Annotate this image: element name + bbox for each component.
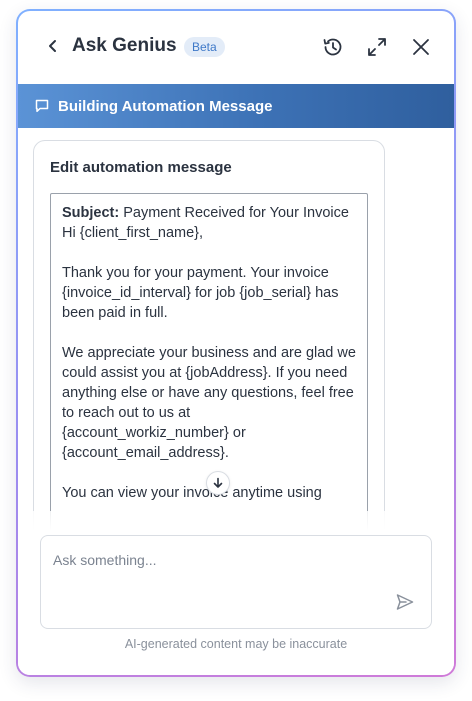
scroll-down-button[interactable] [206,471,230,495]
back-button[interactable] [40,33,66,59]
history-icon [323,38,342,56]
expand-icon [368,38,386,56]
card-title: Edit automation message [50,159,232,176]
close-button[interactable] [407,33,435,61]
edit-message-card: Edit automation message Subject: Payment… [33,140,385,560]
message-subject-line: Subject: Payment Received for Your Invoi… [62,203,356,223]
panel-header: Ask Genius Beta [18,11,454,83]
ask-box [40,535,432,629]
chevron-left-icon [49,40,56,52]
send-button[interactable] [393,590,417,614]
banner-label: Building Automation Message [58,97,273,115]
status-banner: Building Automation Message [18,84,454,128]
message-paragraph-1: Thank you for your payment. Your invoice… [62,265,339,321]
ai-disclaimer: AI-generated content may be inaccurate [124,637,348,651]
message-greeting: Hi {client_first_name}, [62,225,204,241]
panel-body: Ask Genius Beta Building Automation Mess… [18,11,454,675]
expand-button[interactable] [363,33,391,61]
ask-genius-panel: Ask Genius Beta Building Automation Mess… [16,9,456,677]
ask-input[interactable] [53,548,383,572]
beta-badge: Beta [184,37,225,57]
message-paragraph-2: We appreciate your business and are glad… [62,345,356,461]
arrow-down-icon [213,477,223,488]
subject-label: Subject: [62,205,120,221]
close-icon [413,39,429,55]
subject-value: Payment Received for Your Invoice [119,205,349,221]
history-button[interactable] [319,33,347,61]
chat-bubble-icon [35,99,49,113]
message-editor[interactable]: Subject: Payment Received for Your Invoi… [50,193,368,553]
send-icon [396,594,414,610]
panel-title: Ask Genius [72,35,177,56]
